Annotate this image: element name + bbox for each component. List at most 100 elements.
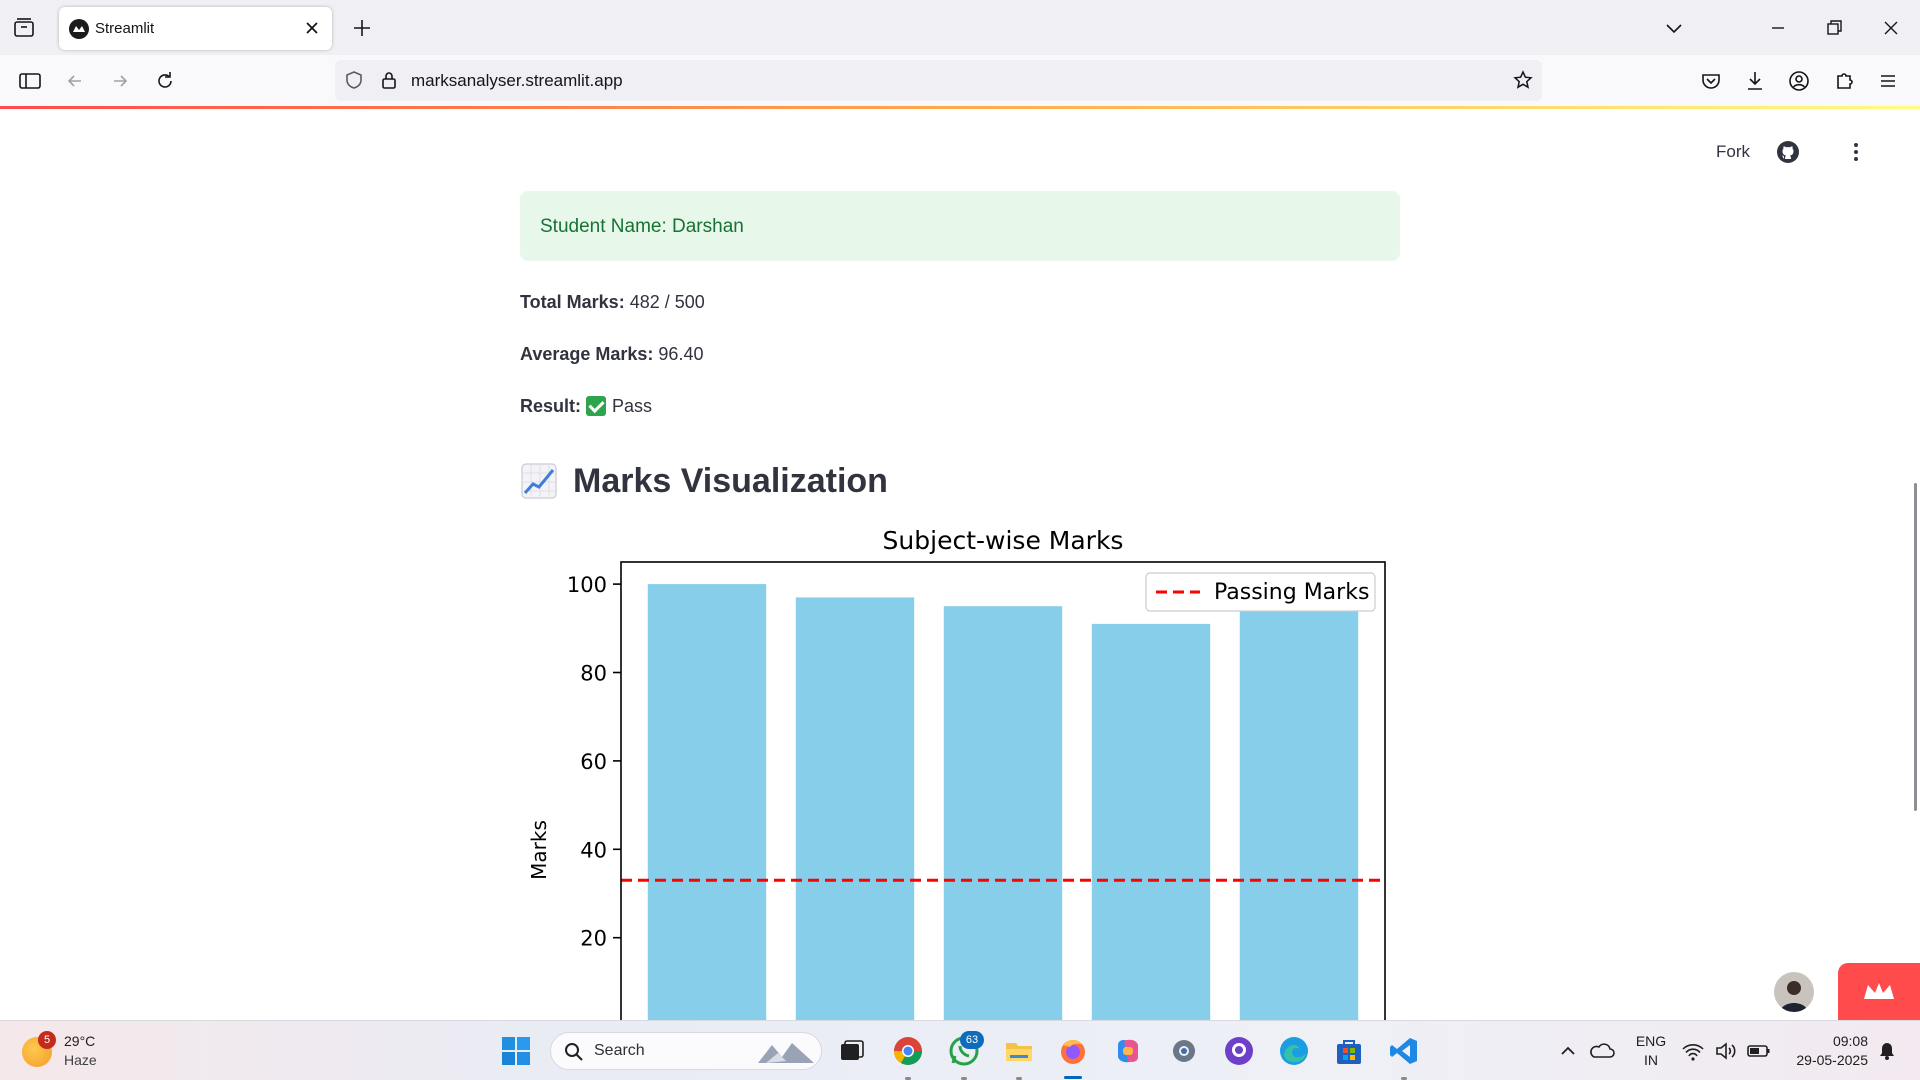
- bar-2: [795, 597, 915, 1020]
- result-label: Result:: [520, 396, 582, 416]
- language-top[interactable]: ENG: [1632, 1033, 1670, 1049]
- onedrive-cloud-icon[interactable]: [1586, 1035, 1618, 1067]
- student-name-banner: Student Name: Darshan: [520, 191, 1400, 261]
- page-scrollbar[interactable]: [1914, 483, 1917, 811]
- pocket-icon[interactable]: [1697, 67, 1725, 95]
- browser-tab-streamlit[interactable]: Streamlit: [59, 7, 332, 50]
- volume-icon[interactable]: [1714, 1035, 1740, 1067]
- bar-5: [1239, 588, 1359, 1020]
- weather-condition: Haze: [64, 1052, 97, 1068]
- search-highlight-icon: [758, 1043, 814, 1063]
- page-load-progress: [0, 106, 1920, 109]
- forward-icon[interactable]: [106, 67, 134, 95]
- weather-widget[interactable]: 5 29°C Haze: [22, 1031, 132, 1071]
- shield-icon[interactable]: [343, 69, 365, 91]
- minimize-icon[interactable]: [1764, 14, 1792, 42]
- chart-legend: Passing Marks: [1145, 572, 1376, 612]
- chart-ylabel: Marks: [527, 820, 551, 880]
- total-marks-line: Total Marks: 482 / 500: [520, 291, 1400, 313]
- streamlit-badge[interactable]: [1838, 963, 1920, 1021]
- firefox-icon[interactable]: [1057, 1035, 1089, 1067]
- github-desktop-icon[interactable]: [1223, 1035, 1255, 1067]
- url-text[interactable]: marksanalyser.streamlit.app: [411, 71, 623, 91]
- legend-label: Passing Marks: [1214, 580, 1369, 605]
- file-explorer-icon[interactable]: [1003, 1035, 1035, 1067]
- y-tick-label-40: 40: [580, 838, 607, 862]
- battery-icon[interactable]: [1746, 1035, 1772, 1067]
- address-bar[interactable]: marksanalyser.streamlit.app: [335, 60, 1542, 101]
- main-menu-kebab-icon[interactable]: [1844, 140, 1868, 164]
- windows-taskbar: 5 29°C Haze Search 63 ENG IN 09:08 29-05…: [0, 1020, 1920, 1080]
- sidebar-toggle-icon[interactable]: [16, 67, 44, 95]
- downloads-icon[interactable]: [1741, 67, 1769, 95]
- wifi-icon[interactable]: [1680, 1035, 1706, 1067]
- chrome-icon[interactable]: [892, 1035, 924, 1067]
- average-marks-line: Average Marks: 96.40: [520, 343, 1400, 365]
- task-view-icon[interactable]: [836, 1035, 868, 1067]
- weather-badge: 5: [38, 1031, 56, 1049]
- result-value: Pass: [612, 396, 653, 416]
- y-axis: 20 40 60 80 100: [567, 573, 621, 951]
- average-marks-value: 96.40: [658, 344, 704, 364]
- list-all-tabs-icon[interactable]: [1660, 14, 1688, 42]
- microsoft-store-icon[interactable]: [1333, 1035, 1365, 1067]
- streamlit-favicon-icon: [69, 19, 89, 39]
- back-icon[interactable]: [61, 67, 89, 95]
- total-marks-value: 482 / 500: [629, 292, 705, 312]
- user-avatar-icon: [1780, 981, 1808, 1012]
- menu-hamburger-icon[interactable]: [1874, 67, 1902, 95]
- total-marks-label: Total Marks:: [520, 292, 625, 312]
- account-icon[interactable]: [1785, 67, 1813, 95]
- notifications-bell-icon[interactable]: [1876, 1035, 1898, 1067]
- bar-1: [647, 584, 767, 1020]
- new-tab-icon[interactable]: [350, 16, 374, 40]
- restore-icon[interactable]: [1820, 14, 1848, 42]
- reload-icon[interactable]: [151, 67, 179, 95]
- show-hidden-icons-chevron-icon[interactable]: [1552, 1035, 1584, 1067]
- bookmark-star-icon[interactable]: [1512, 69, 1534, 91]
- whatsapp-unread-badge: 63: [960, 1031, 984, 1049]
- y-tick-label-60: 60: [580, 750, 607, 774]
- chart-svg: Subject-wise Marks Marks 20 40 60 80 100 Pas…: [527, 526, 1386, 1020]
- chart-increasing-icon: [521, 463, 557, 499]
- result-line: Result: Pass: [520, 395, 1400, 417]
- firefox-active-indicator: [1064, 1076, 1082, 1079]
- student-name-text: Student Name: Darshan: [540, 216, 744, 237]
- edge-icon[interactable]: [1278, 1035, 1310, 1067]
- bar-3: [943, 606, 1063, 1020]
- search-icon: [565, 1043, 583, 1061]
- tab-list-icon[interactable]: [12, 16, 36, 40]
- subject-marks-chart: Subject-wise Marks Marks 20 40 60 80 100 Pas…: [520, 520, 1400, 1020]
- language-bottom[interactable]: IN: [1632, 1052, 1670, 1068]
- average-marks-label: Average Marks:: [520, 344, 654, 364]
- y-tick-label-20: 20: [580, 927, 607, 951]
- bar-4: [1091, 623, 1211, 1020]
- vscode-icon[interactable]: [1388, 1035, 1420, 1067]
- browser-tab-bar: Streamlit: [0, 0, 1920, 55]
- copilot-icon[interactable]: [1112, 1035, 1144, 1067]
- close-tab-icon[interactable]: [302, 18, 322, 38]
- bar-group: [647, 584, 1359, 1020]
- streamlit-toolbar: Fork: [1716, 140, 1868, 164]
- extensions-icon[interactable]: [1830, 67, 1858, 95]
- lock-icon[interactable]: [378, 69, 400, 91]
- close-window-icon[interactable]: [1877, 14, 1905, 42]
- taskbar-search[interactable]: Search: [550, 1032, 822, 1070]
- clock-date[interactable]: 29-05-2025: [1778, 1052, 1868, 1068]
- y-tick-label-100: 100: [567, 573, 607, 597]
- section-heading-text: Marks Visualization: [573, 461, 888, 500]
- chart-title: Subject-wise Marks: [883, 526, 1124, 555]
- viewer-avatar[interactable]: [1774, 972, 1814, 1012]
- streamlit-crown-icon: [1864, 983, 1894, 999]
- settings-gear-icon[interactable]: [1168, 1035, 1200, 1067]
- windows-start-icon[interactable]: [500, 1035, 532, 1067]
- section-heading: Marks Visualization: [520, 459, 1400, 503]
- github-icon[interactable]: [1776, 140, 1800, 164]
- weather-temperature: 29°C: [64, 1033, 96, 1049]
- tab-title: Streamlit: [95, 20, 155, 37]
- search-label: Search: [594, 1042, 645, 1059]
- fork-button[interactable]: Fork: [1716, 142, 1750, 162]
- clock-time[interactable]: 09:08: [1778, 1033, 1868, 1049]
- check-mark-icon: [586, 396, 607, 416]
- main-content: Student Name: Darshan Total Marks: 482 /…: [520, 191, 1400, 503]
